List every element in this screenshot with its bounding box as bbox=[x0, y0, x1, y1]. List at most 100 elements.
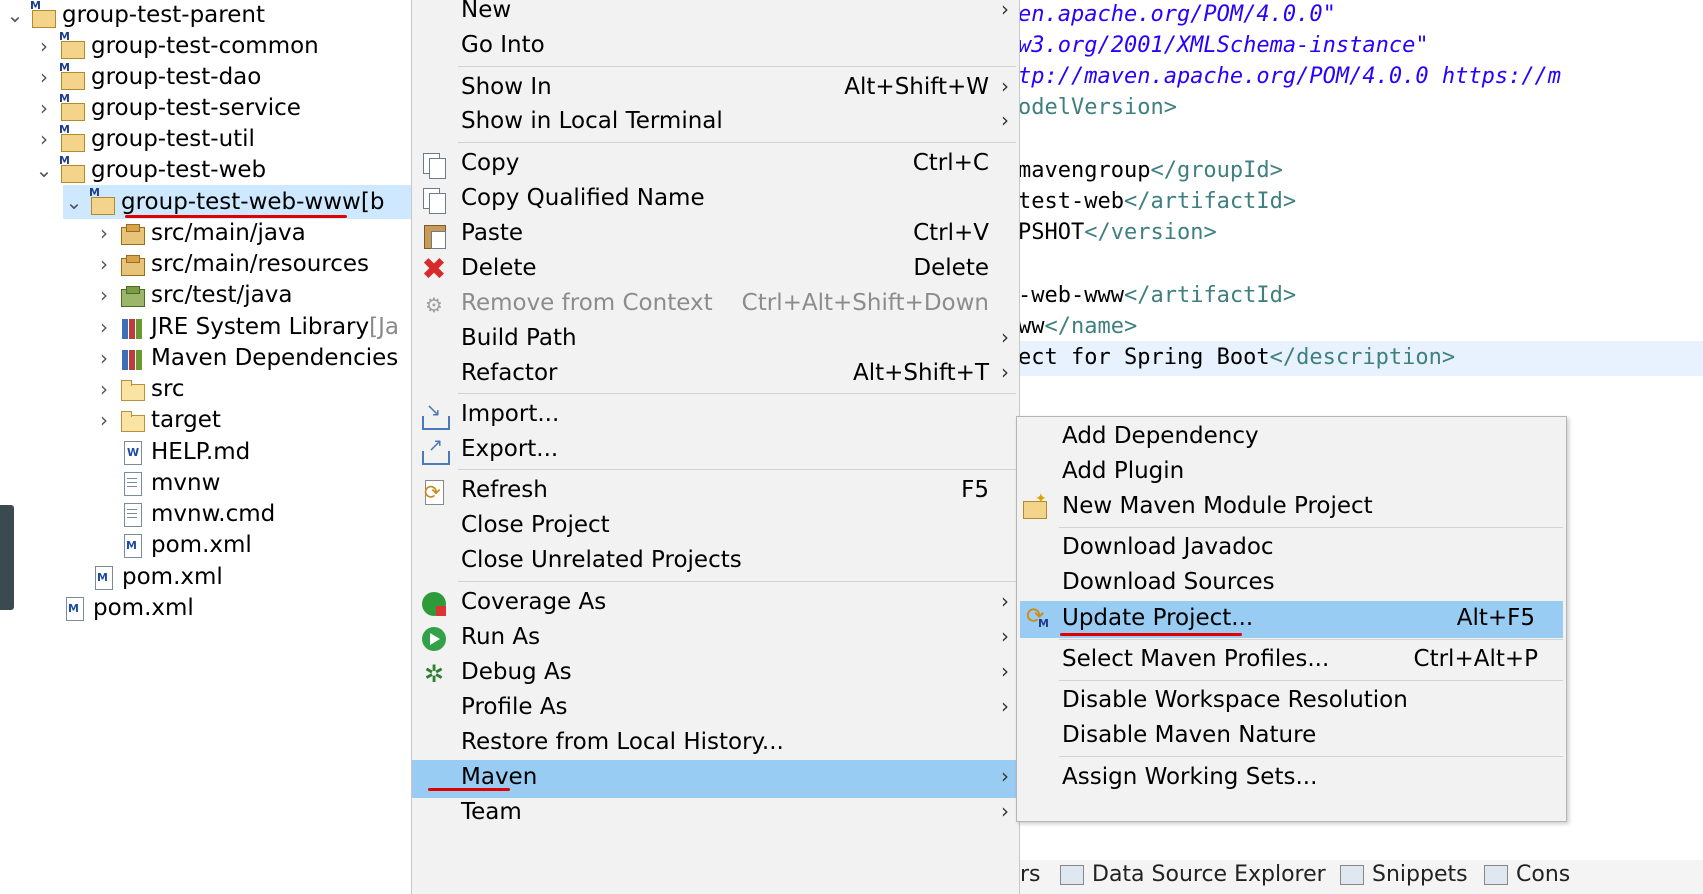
submenu-item-download-sources[interactable]: Download Sources bbox=[1017, 565, 1566, 602]
code-line: -web-www</artifactId> bbox=[1018, 283, 1297, 308]
menu-item-refresh[interactable]: Refresh F5 bbox=[412, 473, 1019, 511]
menu-item-remove-from-context[interactable]: ⚙ Remove from Context Ctrl+Alt+Shift+Dow… bbox=[412, 286, 1019, 324]
tree-item-src[interactable]: › src bbox=[93, 372, 185, 406]
menu-item-go-into[interactable]: Go Into bbox=[412, 28, 1019, 66]
submenu-item-add-dependency[interactable]: Add Dependency bbox=[1017, 419, 1566, 456]
tab-partial[interactable]: rs bbox=[1020, 862, 1041, 887]
chevron-right-icon: › bbox=[1001, 659, 1009, 683]
context-menu: New › Go Into Show In Alt+Shift+W › Show… bbox=[411, 0, 1020, 894]
tree-item-group-test-parent[interactable]: ⌄ group-test-parent bbox=[4, 0, 265, 32]
tree-item-maven-dependencies[interactable]: › Maven Dependencies bbox=[93, 341, 398, 375]
menu-item-close-project[interactable]: Close Project bbox=[412, 508, 1019, 546]
menu-separator bbox=[1059, 639, 1563, 640]
menu-item-close-unrelated-projects[interactable]: Close Unrelated Projects bbox=[412, 543, 1019, 581]
maven-project-icon bbox=[59, 123, 87, 153]
chevron-right-icon[interactable]: › bbox=[93, 377, 115, 401]
menu-item-show-in[interactable]: Show In Alt+Shift+W › bbox=[412, 70, 1019, 108]
tree-item-group-test-common[interactable]: › group-test-common bbox=[33, 29, 319, 63]
chevron-down-icon[interactable]: ⌄ bbox=[33, 158, 55, 182]
coverage-icon bbox=[420, 590, 448, 618]
chevron-right-icon[interactable]: › bbox=[93, 408, 115, 432]
remove-context-icon: ⚙ bbox=[425, 293, 443, 317]
chevron-right-icon[interactable]: › bbox=[33, 96, 55, 120]
menu-item-import[interactable]: Import... bbox=[412, 397, 1019, 435]
chevron-right-icon[interactable]: › bbox=[93, 252, 115, 276]
chevron-right-icon[interactable]: › bbox=[93, 283, 115, 307]
tree-item-pom-xml-parent[interactable]: pom.xml bbox=[61, 591, 194, 625]
delete-icon: ✖ bbox=[421, 252, 447, 287]
chevron-right-icon: › bbox=[1001, 589, 1009, 613]
menu-item-show-in-local-terminal[interactable]: Show in Local Terminal › bbox=[412, 104, 1019, 142]
tree-item-group-test-web-www[interactable]: ⌄ group-test-web-www [b bbox=[63, 185, 411, 219]
maven-project-icon bbox=[59, 61, 87, 91]
folder-icon bbox=[119, 406, 147, 434]
new-maven-module-icon bbox=[1021, 491, 1049, 521]
menu-separator bbox=[458, 393, 1016, 394]
tab-console[interactable]: Cons bbox=[1484, 862, 1570, 887]
chevron-down-icon[interactable]: ⌄ bbox=[4, 3, 26, 27]
submenu-item-assign-working-sets[interactable]: Assign Working Sets... bbox=[1017, 760, 1566, 797]
menu-item-copy-qualified-name[interactable]: Copy Qualified Name bbox=[412, 181, 1019, 219]
tree-item-pom-xml-www[interactable]: pom.xml bbox=[119, 528, 252, 562]
maven-project-icon bbox=[59, 154, 87, 184]
menu-separator bbox=[1059, 756, 1563, 757]
tree-item-group-test-service[interactable]: › group-test-service bbox=[33, 91, 301, 125]
menu-item-build-path[interactable]: Build Path › bbox=[412, 321, 1019, 359]
tree-item-group-test-util[interactable]: › group-test-util bbox=[33, 122, 255, 156]
menu-item-run-as[interactable]: Run As › bbox=[412, 620, 1019, 658]
menu-item-team[interactable]: Team › bbox=[412, 795, 1019, 833]
menu-item-coverage-as[interactable]: Coverage As › bbox=[412, 585, 1019, 623]
tree-item-pom-xml-web[interactable]: pom.xml bbox=[90, 560, 223, 594]
chevron-right-icon: › bbox=[1001, 0, 1009, 21]
code-line: tp://maven.apache.org/POM/4.0.0 https://… bbox=[1018, 64, 1562, 89]
menu-item-debug-as[interactable]: ✲ Debug As › bbox=[412, 655, 1019, 693]
red-annotation-underline bbox=[1060, 633, 1242, 636]
tree-item-group-test-web[interactable]: ⌄ group-test-web bbox=[33, 153, 266, 187]
red-annotation-underline bbox=[428, 788, 510, 791]
library-icon bbox=[119, 313, 147, 341]
tree-item-group-test-dao[interactable]: › group-test-dao bbox=[33, 60, 261, 94]
chevron-right-icon: › bbox=[1001, 799, 1009, 823]
submenu-item-disable-workspace-resolution[interactable]: Disable Workspace Resolution bbox=[1017, 683, 1566, 720]
tree-item-mvnw-cmd[interactable]: mvnw.cmd bbox=[119, 497, 275, 531]
copy-icon bbox=[420, 151, 448, 179]
menu-item-restore-from-local-history[interactable]: Restore from Local History... bbox=[412, 725, 1019, 763]
code-line: en.apache.org/POM/4.0.0" bbox=[1018, 2, 1336, 27]
tab-data-source-explorer[interactable]: Data Source Explorer bbox=[1060, 862, 1326, 887]
submenu-item-new-maven-module-project[interactable]: New Maven Module Project bbox=[1017, 489, 1566, 526]
tree-item-mvnw[interactable]: mvnw bbox=[119, 466, 220, 500]
menu-item-profile-as[interactable]: Profile As › bbox=[412, 690, 1019, 728]
submenu-item-add-plugin[interactable]: Add Plugin bbox=[1017, 454, 1566, 491]
tree-item-src-test-java[interactable]: › src/test/java bbox=[93, 278, 292, 312]
tree-item-target[interactable]: › target bbox=[93, 403, 221, 437]
chevron-right-icon[interactable]: › bbox=[33, 34, 55, 58]
submenu-item-download-javadoc[interactable]: Download Javadoc bbox=[1017, 530, 1566, 567]
tree-item-jre-system-library[interactable]: › JRE System Library [Ja bbox=[93, 310, 399, 344]
menu-item-copy[interactable]: Copy Ctrl+C bbox=[412, 146, 1019, 184]
submenu-item-select-maven-profiles[interactable]: Select Maven Profiles... Ctrl+Alt+P bbox=[1017, 642, 1566, 679]
source-folder-icon bbox=[119, 250, 147, 278]
menu-item-refactor[interactable]: Refactor Alt+Shift+T › bbox=[412, 356, 1019, 394]
chevron-right-icon[interactable]: › bbox=[93, 315, 115, 339]
chevron-down-icon[interactable]: ⌄ bbox=[63, 190, 85, 214]
copy-qualified-icon bbox=[420, 186, 448, 214]
cmd-file-icon bbox=[119, 500, 147, 528]
submenu-item-disable-maven-nature[interactable]: Disable Maven Nature bbox=[1017, 718, 1566, 755]
update-project-icon bbox=[1024, 604, 1052, 633]
maven-pom-icon bbox=[90, 563, 118, 591]
chevron-right-icon[interactable]: › bbox=[33, 65, 55, 89]
tab-snippets[interactable]: Snippets bbox=[1340, 862, 1468, 887]
menu-item-delete[interactable]: ✖ Delete Delete bbox=[412, 251, 1019, 289]
text-file-icon bbox=[119, 469, 147, 497]
chevron-right-icon[interactable]: › bbox=[93, 346, 115, 370]
tree-item-src-main-resources[interactable]: › src/main/resources bbox=[93, 247, 369, 281]
chevron-right-icon[interactable]: › bbox=[33, 127, 55, 151]
menu-item-new[interactable]: New › bbox=[412, 0, 1019, 31]
tree-item-help-md[interactable]: HELP.md bbox=[119, 435, 250, 469]
menu-item-export[interactable]: Export... bbox=[412, 432, 1019, 470]
chevron-right-icon[interactable]: › bbox=[93, 221, 115, 245]
tree-item-src-main-java[interactable]: › src/main/java bbox=[93, 216, 306, 250]
menu-separator bbox=[1059, 527, 1563, 528]
menu-item-paste[interactable]: Paste Ctrl+V bbox=[412, 216, 1019, 254]
menu-item-maven[interactable]: Maven › bbox=[412, 760, 1019, 798]
